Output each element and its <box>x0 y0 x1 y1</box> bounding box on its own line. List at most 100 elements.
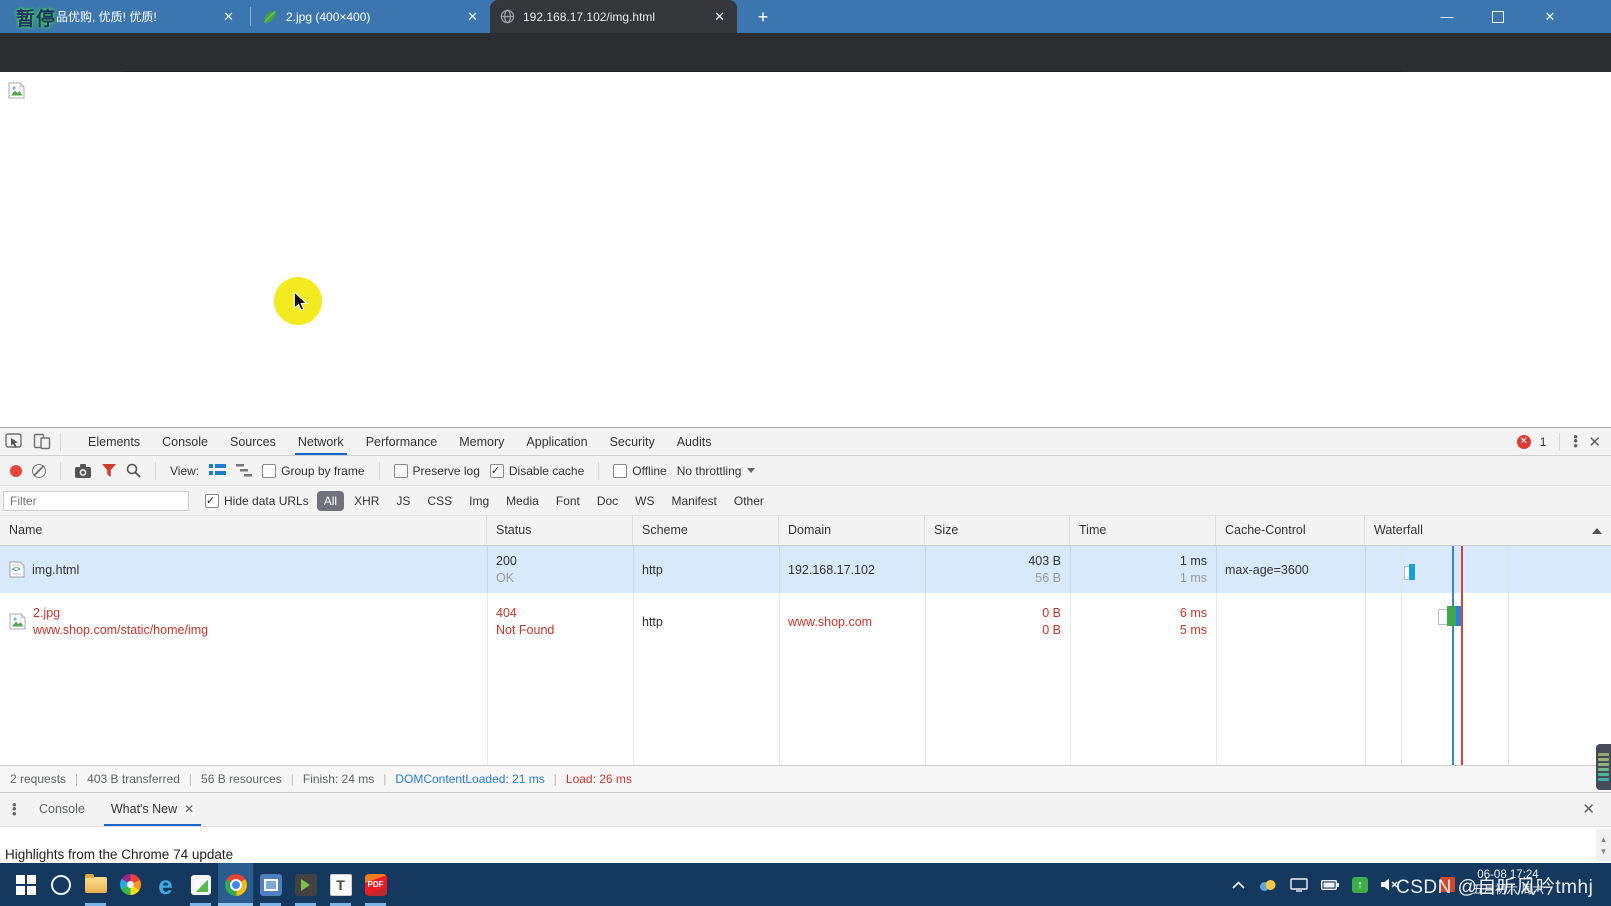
devtools-tab-security[interactable]: Security <box>599 428 666 455</box>
new-tab-button[interactable]: + <box>750 4 776 30</box>
type-filter-doc[interactable]: Doc <box>590 491 625 511</box>
devtools-tab-application[interactable]: Application <box>515 428 598 455</box>
type-filter-manifest[interactable]: Manifest <box>665 491 724 511</box>
column-header-waterfall[interactable]: Waterfall <box>1365 516 1611 545</box>
type-filter-ws[interactable]: WS <box>628 491 661 511</box>
waterfall-waiting-bar[interactable] <box>1447 606 1456 626</box>
globe-icon <box>500 9 515 24</box>
column-divider[interactable] <box>925 546 926 765</box>
hide-data-urls-checkbox[interactable]: Hide data URLs <box>205 494 309 508</box>
disable-cache-checkbox[interactable]: Disable cache <box>490 464 584 478</box>
divider <box>60 462 61 480</box>
recorder-pause-overlay[interactable]: 暂停 <box>16 4 56 31</box>
devtools-tab-console[interactable]: Console <box>151 428 219 455</box>
error-count[interactable]: 1 <box>1540 435 1547 449</box>
taskbar-screen-recorder-icon[interactable] <box>288 863 323 906</box>
browser-tab-active[interactable]: 192.168.17.102/img.html ✕ <box>490 0 737 33</box>
column-divider[interactable] <box>633 546 634 765</box>
taskbar-chrome-icon[interactable] <box>218 863 253 906</box>
tab-close-icon[interactable]: ✕ <box>221 9 236 25</box>
taskbar-edit-plus-icon[interactable] <box>183 863 218 906</box>
devtools-tab-audits[interactable]: Audits <box>666 428 723 455</box>
type-filter-xhr[interactable]: XHR <box>347 491 386 511</box>
drawer-menu-icon[interactable]: ••• <box>12 803 18 817</box>
cloud-sync-icon[interactable] <box>1258 878 1277 892</box>
type-filter-all[interactable]: All <box>317 491 344 511</box>
devtools-menu-icon[interactable]: ••• <box>1573 435 1579 449</box>
record-icon[interactable] <box>10 465 22 477</box>
column-header-domain[interactable]: Domain <box>779 516 925 545</box>
column-header-status[interactable]: Status <box>487 516 633 545</box>
tab-close-icon[interactable]: ✕ <box>712 9 727 25</box>
device-toolbar-icon[interactable] <box>28 429 56 455</box>
error-badge-icon[interactable]: ✕ <box>1517 435 1531 449</box>
taskbar-media-player-icon[interactable] <box>113 863 148 906</box>
taskbar-cortana-icon[interactable] <box>43 863 78 906</box>
column-divider[interactable] <box>1216 546 1217 765</box>
devtools-tab-elements[interactable]: Elements <box>77 428 151 455</box>
drawer-tab-console[interactable]: Console <box>26 793 98 826</box>
devtools-tab-memory[interactable]: Memory <box>448 428 515 455</box>
taskbar-edge-icon[interactable] <box>148 863 183 906</box>
overview-icon[interactable] <box>236 464 252 477</box>
drawer-tab-whats-new[interactable]: What's New✕ <box>98 793 207 826</box>
window-close-button[interactable]: ✕ <box>1527 0 1573 33</box>
column-divider[interactable] <box>779 546 780 765</box>
type-filter-font[interactable]: Font <box>549 491 587 511</box>
list-view-icon[interactable] <box>209 464 226 477</box>
type-filter-other[interactable]: Other <box>727 491 771 511</box>
taskbar-typora-icon[interactable] <box>323 863 358 906</box>
clear-icon[interactable] <box>32 464 46 478</box>
type-filter-img[interactable]: Img <box>462 491 496 511</box>
search-icon[interactable] <box>126 463 141 478</box>
screen: 品优购, 优质! 优质! ✕ 2.jpg (400×400) ✕ 192.168… <box>0 0 1611 906</box>
screenshot-camera-icon[interactable] <box>75 464 92 478</box>
tab-close-icon[interactable]: ✕ <box>184 793 194 826</box>
column-divider[interactable] <box>487 546 488 765</box>
column-header-name[interactable]: Name <box>0 516 487 545</box>
column-header-time[interactable]: Time <box>1070 516 1216 545</box>
tray-expand-icon[interactable] <box>1232 881 1245 889</box>
column-header-scheme[interactable]: Scheme <box>633 516 779 545</box>
devtools-tab-performance[interactable]: Performance <box>355 428 449 455</box>
scrollbar[interactable]: ▲▼ <box>1596 829 1611 861</box>
type-filter-js[interactable]: JS <box>389 491 417 511</box>
preserve-log-checkbox[interactable]: Preserve log <box>394 464 480 478</box>
offline-checkbox[interactable]: Offline <box>613 464 666 478</box>
display-icon[interactable] <box>1290 878 1308 892</box>
column-header-cache-control[interactable]: Cache-Control <box>1216 516 1365 545</box>
taskbar-file-explorer-icon[interactable] <box>78 863 113 906</box>
size: 403 B <box>1028 554 1061 568</box>
battery-icon[interactable] <box>1321 880 1339 890</box>
request-path: www.shop.com/static/home/img <box>33 623 208 637</box>
updater-icon[interactable]: ↑ <box>1352 877 1368 893</box>
devtools-tab-network[interactable]: Network <box>287 428 355 455</box>
inspect-element-icon[interactable] <box>0 429 28 455</box>
group-by-frame-checkbox[interactable]: Group by frame <box>262 464 364 478</box>
edit-plus-icon <box>191 875 211 895</box>
waterfall-download-bar[interactable] <box>1456 606 1461 626</box>
waterfall-download-bar[interactable] <box>1409 564 1415 580</box>
column-divider[interactable] <box>1365 546 1366 765</box>
network-table-body: <> img.html 200OK http 192.168.17.102 40… <box>0 546 1611 765</box>
column-divider[interactable] <box>1070 546 1071 765</box>
taskbar-pdf-reader-icon[interactable] <box>358 863 393 906</box>
window-minimize-button[interactable]: — <box>1424 0 1470 33</box>
request-row-img-html[interactable]: <> img.html 200OK http 192.168.17.102 40… <box>0 546 1611 593</box>
devtools-close-icon[interactable]: ✕ <box>1588 433 1601 451</box>
request-row-2-jpg[interactable]: 2.jpgwww.shop.com/static/home/img 404Not… <box>0 593 1611 650</box>
type-filter-media[interactable]: Media <box>499 491 546 511</box>
taskbar-vmware-icon[interactable] <box>253 863 288 906</box>
browser-tab-image[interactable]: 2.jpg (400×400) ✕ <box>252 0 490 33</box>
tab-close-icon[interactable]: ✕ <box>465 9 480 25</box>
taskbar-start-icon[interactable] <box>8 863 43 906</box>
type-filter-css[interactable]: CSS <box>420 491 459 511</box>
filter-input[interactable] <box>3 491 189 511</box>
scroll-up-icon: ▲ <box>1600 835 1608 844</box>
drawer-close-icon[interactable]: ✕ <box>1582 800 1595 818</box>
devtools-tab-sources[interactable]: Sources <box>219 428 287 455</box>
window-restore-button[interactable] <box>1475 0 1521 33</box>
throttling-select[interactable]: No throttling <box>677 464 756 478</box>
filter-funnel-icon[interactable] <box>102 464 116 477</box>
column-header-size[interactable]: Size <box>925 516 1070 545</box>
